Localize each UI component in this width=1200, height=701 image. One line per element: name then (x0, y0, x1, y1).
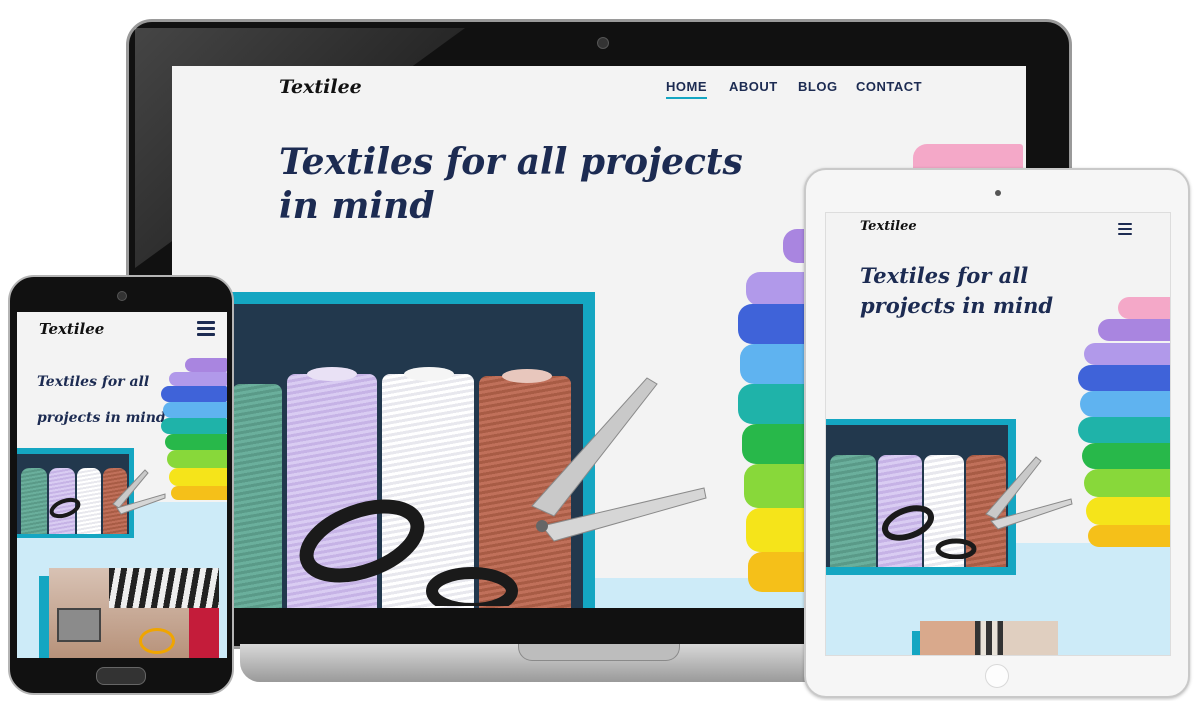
brand-logo[interactable]: Textilee (279, 76, 362, 98)
tablet-hero-line1: Textiles for all (860, 263, 1029, 288)
hero-heading: Textiles for all projects in mind (279, 140, 743, 228)
phone-hero-line1: Textiles for all (37, 374, 150, 390)
phone-hero-line2: projects in mind (37, 410, 166, 426)
nav-about[interactable]: ABOUT (729, 79, 778, 94)
phone-camera-icon (117, 291, 127, 301)
phone-hero-heading: Textiles for all projects in mind (37, 364, 166, 436)
tablet-fabric-stack-image (1078, 297, 1170, 547)
tablet-screen: Textilee Textiles for all projects in mi… (825, 212, 1171, 656)
phone-brand-logo[interactable]: Textilee (39, 320, 104, 338)
scissors-graphic (299, 377, 707, 606)
laptop-notch (518, 644, 680, 661)
tablet-home-button-icon[interactable] (985, 664, 1009, 688)
hero-heading-line2: in mind (279, 185, 435, 227)
nav-home[interactable]: HOME (666, 79, 707, 99)
nav-blog[interactable]: BLOG (798, 79, 838, 94)
phone-hamburger-menu-icon[interactable] (197, 321, 215, 336)
phone-scissors-graphic (49, 469, 166, 519)
phone-fabric-stack-image (161, 358, 227, 500)
tablet-hero-line2: projects in mind (860, 293, 1054, 318)
phone-screen: Textilee Textiles for all projects in mi… (17, 312, 227, 658)
main-nav: HOME ABOUT BLOG CONTACT (666, 79, 966, 101)
tablet-scissors-graphic (882, 456, 1073, 559)
tablet-brand-logo[interactable]: Textilee (860, 219, 917, 234)
phone-crafting-image (49, 568, 219, 658)
laptop-camera-icon (597, 37, 609, 49)
tablet-camera-icon (995, 190, 1001, 196)
tablet-crafting-image (920, 621, 1058, 655)
tablet-hero-heading: Textiles for all projects in mind (860, 261, 1053, 321)
phone-home-button-icon[interactable] (96, 667, 146, 685)
tablet-hamburger-menu-icon[interactable] (1118, 223, 1132, 235)
hero-heading-line1: Textiles for all projects (279, 141, 743, 183)
nav-contact[interactable]: CONTACT (856, 79, 922, 94)
